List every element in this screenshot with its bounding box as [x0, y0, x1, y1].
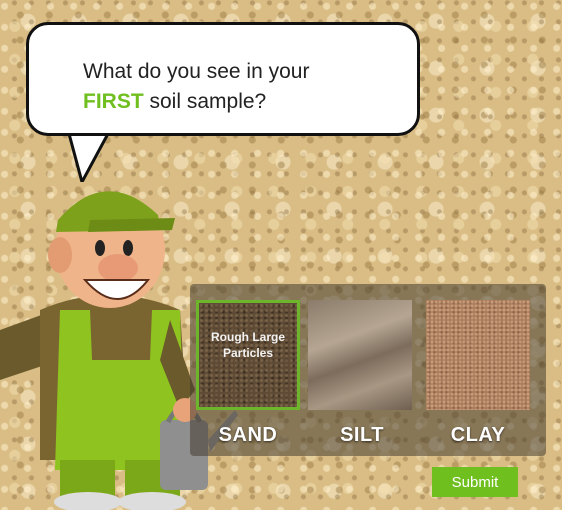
- speech-bubble: What do you see in your FIRST soil sampl…: [26, 22, 420, 136]
- submit-button[interactable]: Submit: [432, 467, 518, 497]
- option-sand[interactable]: Rough Large Particles: [196, 300, 300, 410]
- question-highlight: FIRST: [83, 90, 144, 113]
- silt-sample-image: [308, 300, 412, 410]
- question-line-2: soil sample?: [143, 90, 267, 113]
- option-clay[interactable]: [426, 300, 530, 410]
- sand-caption: Rough Large Particles: [211, 330, 285, 360]
- question-text: What do you see in your FIRST soil sampl…: [83, 57, 309, 117]
- soil-options-panel: Rough Large Particles SAND SILT CLAY: [190, 284, 546, 456]
- clay-sample-image: [426, 300, 530, 410]
- question-line-1: What do you see in your: [83, 60, 310, 83]
- option-label-silt[interactable]: SILT: [306, 424, 418, 447]
- option-label-clay[interactable]: CLAY: [422, 424, 534, 447]
- option-label-sand[interactable]: SAND: [192, 424, 304, 447]
- option-silt[interactable]: [308, 300, 412, 410]
